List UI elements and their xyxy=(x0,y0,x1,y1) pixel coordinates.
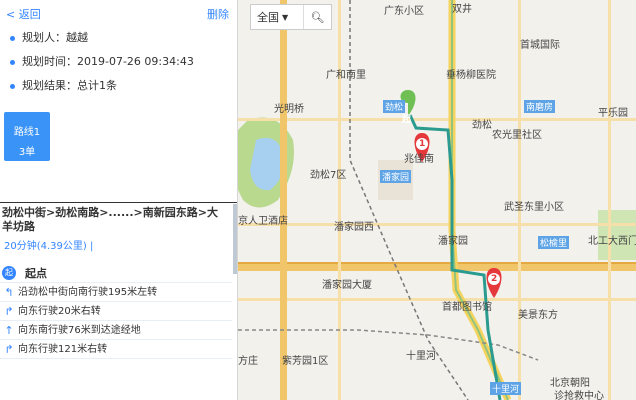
step-text: 沿劲松中街向南行驶195米左转 xyxy=(18,286,158,298)
route-meta: 20分钟(4.39公里) | xyxy=(4,241,94,252)
bullet-icon xyxy=(10,59,15,65)
start-badge: 起 xyxy=(2,266,16,280)
plan-time-row: 规划时间：2019-07-26 09:34:43 xyxy=(10,50,237,74)
map-label: 十里河 xyxy=(406,351,436,362)
straight-icon: ↑ xyxy=(4,323,14,337)
map-label: 潘家园 xyxy=(438,236,468,247)
back-link[interactable]: < 返回 xyxy=(6,6,41,22)
map-label: 潘家园西 xyxy=(334,222,374,233)
step-text: 向东行驶121米右转 xyxy=(18,343,108,355)
map-label: 南磨房 xyxy=(524,100,556,113)
map-label: 京人卫酒店 xyxy=(238,216,288,227)
route-card-name: 路线1 xyxy=(13,127,41,138)
step-item[interactable]: ↑ 向东南行驶76米到达途经地 xyxy=(0,321,232,340)
map-canvas xyxy=(238,0,636,400)
map-label: 方庄 xyxy=(238,356,258,367)
city-label: 全国 xyxy=(257,11,279,24)
delete-link[interactable]: 删除 xyxy=(207,6,229,22)
plan-time-label: 规划时间：2019-07-26 09:34:43 xyxy=(22,55,194,68)
bullet-icon xyxy=(10,35,15,41)
step-start: 起 起点 xyxy=(0,264,232,283)
route-detail: 劲松中街>劲松南路>......>南新园东路>大羊坊路 20分钟(4.39公里)… xyxy=(0,202,237,400)
marker-2-label: 2 xyxy=(491,274,498,284)
route-steps: 起 起点 ↰ 沿劲松中街向南行驶195米左转 ↱ 向东行驶20米右转 ↑ 向东南… xyxy=(0,264,232,359)
search-icon[interactable]: 🔍︎ xyxy=(303,5,331,29)
map-label: 垂杨柳医院 xyxy=(446,70,496,81)
turn-left-icon: ↰ xyxy=(4,285,14,299)
bullet-icon xyxy=(10,83,15,89)
map-label: 北工大西门 xyxy=(588,236,636,247)
map-label: 劲松 xyxy=(472,120,492,131)
plan-result-row: 规划结果：总计1条 xyxy=(10,74,237,98)
turn-right-icon: ↱ xyxy=(4,304,14,318)
route-title: 劲松中街>劲松南路>......>南新园东路>大羊坊路 xyxy=(2,206,218,233)
map-label: 兆佳南 xyxy=(404,154,434,165)
map-label: 紫芳园1区 xyxy=(282,356,329,367)
map-label: 美景东方 xyxy=(518,310,558,321)
back-label: 返回 xyxy=(18,8,41,21)
map-view[interactable]: 全国 ▼ 🔍︎ 广东小区 双井 首城国际 广和南里 垂杨柳医院 光明桥 劲松 劲松… xyxy=(238,0,636,400)
caret-down-icon: ▼ xyxy=(282,12,289,22)
step-text: 向东行驶20米右转 xyxy=(18,305,101,317)
map-label: 潘家园大厦 xyxy=(322,280,372,291)
start-label: 起点 xyxy=(25,266,47,280)
left-panel: < 返回 删除 规划人：越越 规划时间：2019-07-26 09:34:43 … xyxy=(0,0,238,400)
map-label: 潘家园 xyxy=(380,170,412,183)
route-card-sub: 3单 xyxy=(18,147,36,158)
city-select[interactable]: 全国 ▼ xyxy=(251,9,303,25)
panel-topbar: < 返回 删除 xyxy=(0,0,237,26)
plan-info: 规划人：越越 规划时间：2019-07-26 09:34:43 规划结果：总计1… xyxy=(0,26,237,98)
map-label: 诊抢救中心 xyxy=(554,391,604,400)
map-label: 农光里社区 xyxy=(492,130,542,141)
map-label: 首城国际 xyxy=(520,40,560,51)
step-item[interactable]: ↱ 向东行驶20米右转 xyxy=(0,302,232,321)
map-label: 武圣东里小区 xyxy=(504,202,564,213)
start-marker-label: 起 xyxy=(402,115,412,125)
map-label: 广东小区 xyxy=(384,6,424,17)
map-label: 光明桥 xyxy=(274,104,304,115)
map-label: 首都图书馆 xyxy=(442,302,492,313)
map-label: 十里河 xyxy=(490,382,522,395)
map-label: 平乐园 xyxy=(598,108,628,119)
planner-label: 规划人：越越 xyxy=(22,31,88,44)
step-text: 向东南行驶76米到达途经地 xyxy=(18,324,141,336)
turn-right-icon: ↱ xyxy=(4,342,14,356)
marker-1-label: 1 xyxy=(419,139,426,149)
step-item[interactable]: ↰ 沿劲松中街向南行驶195米左转 xyxy=(0,283,232,302)
map-label: 广和南里 xyxy=(326,70,366,81)
planner-row: 规划人：越越 xyxy=(10,26,237,50)
plan-result-label: 规划结果：总计1条 xyxy=(22,79,117,92)
city-search-box: 全国 ▼ 🔍︎ xyxy=(250,4,332,30)
step-item[interactable]: ↱ 向东行驶121米右转 xyxy=(0,340,232,359)
route-card-1[interactable]: 路线1 3单 xyxy=(4,112,50,161)
map-label: 双井 xyxy=(452,4,472,15)
map-label: 松榆里 xyxy=(538,236,570,249)
map-label: 劲松7区 xyxy=(310,170,347,181)
